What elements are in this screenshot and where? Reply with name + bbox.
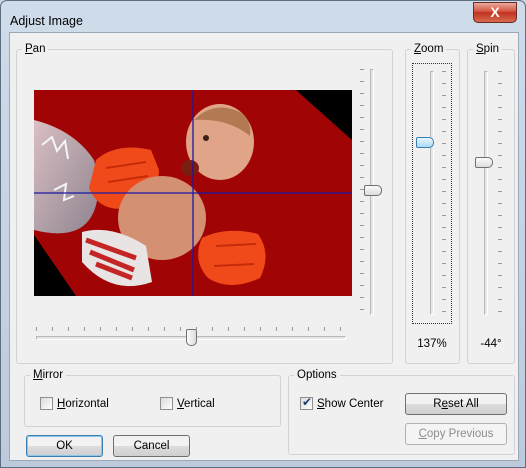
pan-vertical-thumb[interactable]	[364, 185, 382, 196]
mirror-vertical-box[interactable]	[160, 397, 173, 410]
adjust-image-dialog: Adjust Image X Pan Zoom 137% Spin -44° M…	[0, 0, 526, 468]
mirror-vertical-checkbox[interactable]: Vertical	[160, 397, 215, 410]
spin-value: -44°	[480, 338, 502, 350]
copy-previous-button[interactable]: Copy Previous	[405, 423, 507, 445]
cancel-button[interactable]: Cancel	[113, 435, 190, 457]
pan-legend: Pan	[25, 43, 46, 55]
window-title: Adjust Image	[10, 14, 83, 28]
ok-button[interactable]: OK	[26, 435, 103, 457]
child-swimming-photo	[34, 90, 352, 296]
mirror-vertical-label: Vertical	[177, 397, 215, 410]
mirror-horizontal-checkbox[interactable]: Horizontal	[40, 397, 109, 410]
pan-vertical-slider[interactable]	[360, 69, 390, 319]
show-center-checkbox[interactable]: Show Center	[300, 395, 384, 410]
zoom-slider[interactable]	[416, 71, 448, 317]
title-bar[interactable]: Adjust Image X	[1, 1, 525, 33]
spin-thumb[interactable]	[475, 157, 493, 168]
dialog-client: Pan Zoom 137% Spin -44° Mirror Horizonta…	[9, 32, 519, 461]
image-preview[interactable]	[34, 90, 352, 296]
reset-all-button[interactable]: Reset All	[405, 393, 507, 415]
zoom-legend: Zoom	[414, 43, 444, 55]
show-center-box[interactable]	[300, 395, 313, 410]
spin-slider[interactable]	[472, 71, 506, 317]
pan-horizontal-thumb[interactable]	[186, 329, 197, 346]
close-button[interactable]: X	[473, 2, 517, 23]
options-legend: Options	[297, 369, 337, 381]
zoom-value: 137%	[417, 338, 447, 350]
zoom-thumb[interactable]	[416, 137, 434, 148]
spin-legend: Spin	[476, 43, 500, 55]
mirror-horizontal-label: Horizontal	[57, 397, 109, 410]
mirror-legend: Mirror	[33, 369, 64, 381]
pan-horizontal-slider[interactable]	[36, 325, 348, 351]
show-center-label: Show Center	[317, 397, 384, 410]
mirror-horizontal-box[interactable]	[40, 397, 53, 410]
